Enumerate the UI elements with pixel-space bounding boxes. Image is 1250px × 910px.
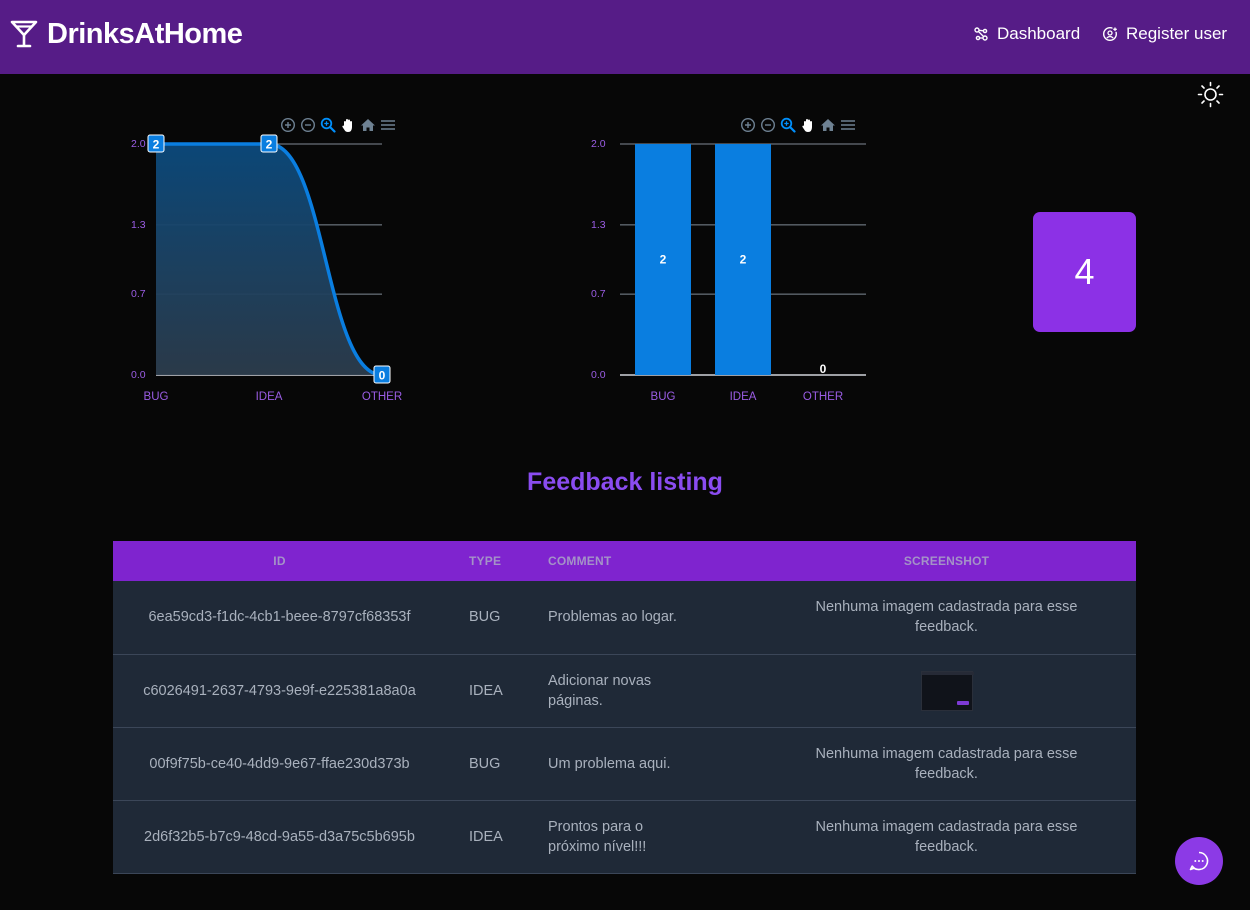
chart-toolbar — [739, 116, 856, 133]
feedback-table-container: ID TYPE COMMENT SCREENSHOT 6ea59cd3-f1dc… — [113, 541, 1136, 874]
feedback-table: ID TYPE COMMENT SCREENSHOT 6ea59cd3-f1dc… — [113, 541, 1136, 874]
table-row: 2d6f32b5-b7c9-48cd-9a55-d3a75c5b695b IDE… — [113, 800, 1136, 873]
cell-type: BUG — [469, 755, 501, 772]
table-row: c6026491-2637-4793-9e9f-e225381a8a0a IDE… — [113, 654, 1136, 727]
y-tick-label: 0.7 — [131, 288, 146, 300]
cell-comment: Prontos para o próximo nível!!! — [548, 818, 647, 855]
cell-screenshot — [757, 654, 1136, 727]
x-tick-label: OTHER — [803, 391, 843, 403]
y-tick-label: 1.3 — [591, 219, 606, 231]
cell-type: IDEA — [469, 682, 503, 699]
x-tick-label: IDEA — [256, 391, 283, 403]
chart-toolbar — [279, 116, 396, 133]
zoom-select-icon[interactable] — [319, 116, 336, 133]
cell-comment: Problemas ao logar. — [548, 609, 677, 626]
sun-icon[interactable] — [1197, 81, 1224, 108]
bar-chart: 0.0 0.7 1.3 2.0 BUG IDEA OTHER 2 2 0 — [580, 112, 880, 412]
screenshot-thumbnail[interactable] — [920, 670, 974, 711]
zoom-in-icon[interactable] — [739, 116, 756, 133]
cell-id: 00f9f75b-ce40-4dd9-9e67-ffae230d373b — [149, 755, 410, 772]
menu-icon[interactable] — [839, 116, 856, 133]
pan-hand-icon[interactable] — [799, 116, 816, 133]
column-header-type: TYPE — [469, 554, 502, 568]
nav-dashboard-link[interactable]: Dashboard — [973, 22, 1080, 46]
data-label: 2 — [153, 138, 160, 152]
nav-register-label: Register user — [1126, 24, 1228, 43]
home-reset-icon[interactable] — [359, 116, 376, 133]
table-header-row: ID TYPE COMMENT SCREENSHOT — [113, 541, 1136, 581]
home-reset-icon[interactable] — [819, 116, 836, 133]
cell-screenshot: Nenhuma imagem cadastrada para esse feed… — [815, 599, 1078, 636]
y-tick-label: 1.3 — [131, 219, 146, 231]
menu-icon[interactable] — [379, 116, 396, 133]
data-label: 2 — [740, 253, 747, 267]
bar-chart-plot: 0.0 0.7 1.3 2.0 BUG IDEA OTHER 2 2 0 — [591, 138, 866, 403]
zoom-out-icon[interactable] — [299, 116, 316, 133]
y-tick-label: 0.0 — [131, 369, 146, 381]
x-tick-label: BUG — [651, 391, 676, 403]
top-navbar: DrinksAtHome Dashboard Register user — [0, 0, 1250, 74]
brand-name: DrinksAtHome — [47, 17, 243, 50]
feedback-widget-button[interactable] — [1175, 837, 1223, 885]
pan-hand-icon[interactable] — [339, 116, 356, 133]
data-label: 2 — [266, 138, 273, 152]
zoom-select-icon[interactable] — [779, 116, 796, 133]
page-title: Feedback listing — [527, 468, 723, 496]
data-label: 2 — [660, 253, 667, 267]
cell-comment: Um problema aqui. — [548, 755, 671, 772]
total-feedback-count: 4 — [1074, 251, 1095, 292]
cell-id: 2d6f32b5-b7c9-48cd-9a55-d3a75c5b695b — [144, 828, 415, 845]
zoom-in-icon[interactable] — [279, 116, 296, 133]
data-label: 0 — [820, 362, 827, 376]
martini-glass-icon — [10, 20, 38, 48]
brand[interactable]: DrinksAtHome — [10, 14, 243, 54]
total-feedback-card: 4 — [1033, 212, 1136, 332]
column-header-screenshot: SCREENSHOT — [903, 554, 990, 568]
cell-type: IDEA — [469, 828, 503, 845]
y-tick-label: 0.0 — [591, 369, 606, 381]
x-tick-label: IDEA — [730, 391, 757, 403]
column-header-id: ID — [273, 554, 286, 568]
cell-type: BUG — [469, 609, 501, 626]
y-tick-label: 2.0 — [131, 138, 146, 150]
y-tick-label: 2.0 — [591, 138, 606, 150]
data-label: 0 — [379, 369, 386, 383]
cell-id: c6026491-2637-4793-9e9f-e225381a8a0a — [143, 682, 416, 699]
cell-id: 6ea59cd3-f1dc-4cb1-beee-8797cf68353f — [148, 609, 411, 626]
chat-bubble-icon — [1189, 851, 1209, 871]
user-add-icon — [1102, 26, 1118, 42]
y-tick-label: 0.7 — [591, 288, 606, 300]
area-chart-plot: 0.0 0.7 1.3 2.0 BUG IDEA OTHER 2 2 0 — [131, 134, 402, 403]
cell-screenshot: Nenhuma imagem cadastrada para esse feed… — [815, 745, 1078, 782]
cell-screenshot: Nenhuma imagem cadastrada para esse feed… — [815, 818, 1078, 855]
nav-register-user-link[interactable]: Register user — [1102, 22, 1227, 46]
area-chart: 0.0 0.7 1.3 2.0 BUG IDEA OTHER 2 2 0 — [120, 112, 420, 412]
nodes-icon — [974, 27, 988, 41]
zoom-out-icon[interactable] — [759, 116, 776, 133]
nav-dashboard-label: Dashboard — [997, 24, 1081, 43]
x-tick-label: OTHER — [362, 391, 402, 403]
table-row: 6ea59cd3-f1dc-4cb1-beee-8797cf68353f BUG… — [113, 581, 1136, 654]
column-header-comment: COMMENT — [548, 554, 612, 568]
table-row: 00f9f75b-ce40-4dd9-9e67-ffae230d373b BUG… — [113, 727, 1136, 800]
x-tick-label: BUG — [144, 391, 169, 403]
cell-comment: Adicionar novas páginas. — [548, 672, 652, 709]
